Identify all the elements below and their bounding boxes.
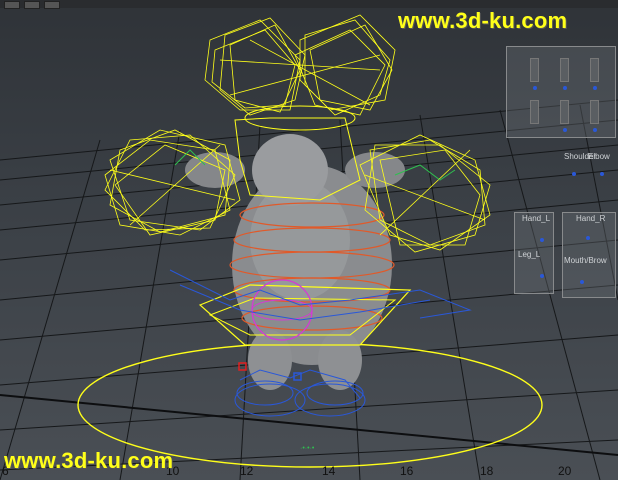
picker-slot[interactable]: [560, 58, 569, 82]
picker-dot[interactable]: [580, 280, 584, 284]
watermark-top: www.3d-ku.com: [398, 8, 568, 33]
picker-dot[interactable]: [586, 236, 590, 240]
picker-dot[interactable]: [572, 172, 576, 176]
picker-dot[interactable]: [540, 238, 544, 242]
picker-right-box: [562, 212, 616, 298]
picker-label: Elbow: [588, 152, 610, 161]
picker-dot[interactable]: [540, 274, 544, 278]
picker-slot[interactable]: [530, 100, 539, 124]
watermark-bottom: www.3d-ku.com: [4, 448, 174, 473]
picker-dot[interactable]: [563, 86, 567, 90]
picker-label: Hand_L: [522, 214, 551, 223]
picker-slot[interactable]: [560, 100, 569, 124]
maya-viewport[interactable]: ·•·•·• Shoulder Elbow Hand_L Hand_R Leg_…: [0, 0, 618, 480]
picker-dot[interactable]: [533, 86, 537, 90]
ruler-label: 18: [480, 464, 494, 478]
picker-slot[interactable]: [530, 58, 539, 82]
ruler-label: 14: [322, 464, 336, 478]
picker-label: Hand_R: [576, 214, 606, 223]
picker-label: Leg_L: [518, 250, 541, 259]
ruler-label: 12: [240, 464, 254, 478]
character-body: [185, 134, 405, 390]
control-picker-panel[interactable]: Shoulder Elbow Hand_L Hand_R Leg_L Mouth…: [500, 44, 618, 304]
picker-label: Mouth/Brow: [564, 256, 607, 265]
picker-dot[interactable]: [600, 172, 604, 176]
picker-dot[interactable]: [593, 86, 597, 90]
head-controls: [204, 14, 396, 116]
picker-dot[interactable]: [563, 128, 567, 132]
picker-slot[interactable]: [590, 100, 599, 124]
ruler-label: 20: [558, 464, 572, 478]
picker-dot[interactable]: [593, 128, 597, 132]
foot-label-text: ·•·•·•: [300, 445, 315, 452]
ruler-label: 16: [400, 464, 414, 478]
picker-slot[interactable]: [590, 58, 599, 82]
ik-handle-left: [238, 362, 247, 371]
